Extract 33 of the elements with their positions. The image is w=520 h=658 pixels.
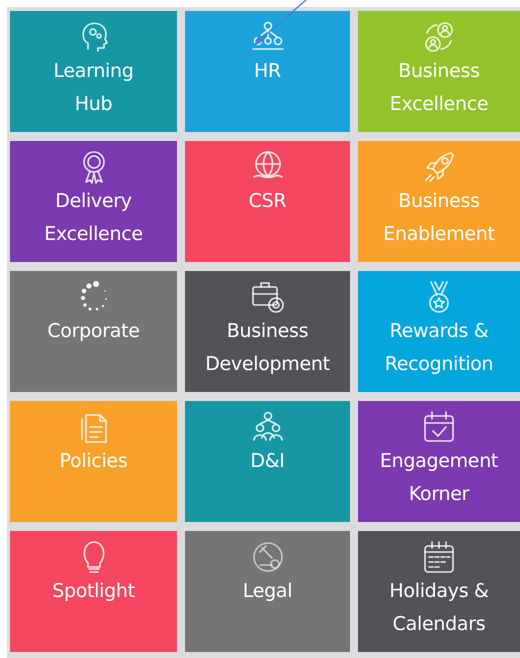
tile-label: Engagement Korner <box>380 449 498 507</box>
briefcase-icon <box>250 279 286 315</box>
tile-label: Business Excellence <box>390 59 488 117</box>
category-tile[interactable]: Engagement Korner <box>358 401 520 522</box>
tile-label: Learning Hub <box>53 59 134 117</box>
tile-label: Policies <box>60 449 128 474</box>
tile-label: Business Development <box>205 319 330 377</box>
calendar-icon <box>421 539 457 575</box>
category-tile[interactable]: Rewards & Recognition <box>358 271 520 392</box>
tile-label: Corporate <box>47 319 140 344</box>
calendar-check-icon <box>421 409 457 445</box>
category-tile[interactable]: Holidays & Calendars <box>358 531 520 652</box>
tile-label: Business Enablement <box>383 189 495 247</box>
category-tile[interactable]: Business Excellence <box>358 11 520 132</box>
tile-label: HR <box>254 59 281 84</box>
tile-label: Holidays & Calendars <box>389 579 489 637</box>
category-tile[interactable]: Spotlight <box>10 531 177 652</box>
tile-label: Spotlight <box>52 579 135 604</box>
tile-label: D&I <box>250 449 285 474</box>
category-tile[interactable]: Policies <box>10 401 177 522</box>
category-tile[interactable]: Business Development <box>185 271 350 392</box>
category-tile[interactable]: Learning Hub <box>10 11 177 132</box>
category-tile[interactable]: Business Enablement <box>358 141 520 262</box>
tile-label: CSR <box>248 189 286 214</box>
category-tile[interactable]: Corporate <box>10 271 177 392</box>
tile-label: Delivery Excellence <box>44 189 143 247</box>
category-tile[interactable]: Legal <box>185 531 350 652</box>
category-tile[interactable]: D&I <box>185 401 350 522</box>
tile-label: Rewards & Recognition <box>384 319 494 377</box>
category-tile[interactable]: CSR <box>185 141 350 262</box>
category-tile[interactable]: Delivery Excellence <box>10 141 177 262</box>
tile-label: Legal <box>242 579 292 604</box>
category-tile[interactable]: HR <box>185 11 350 132</box>
